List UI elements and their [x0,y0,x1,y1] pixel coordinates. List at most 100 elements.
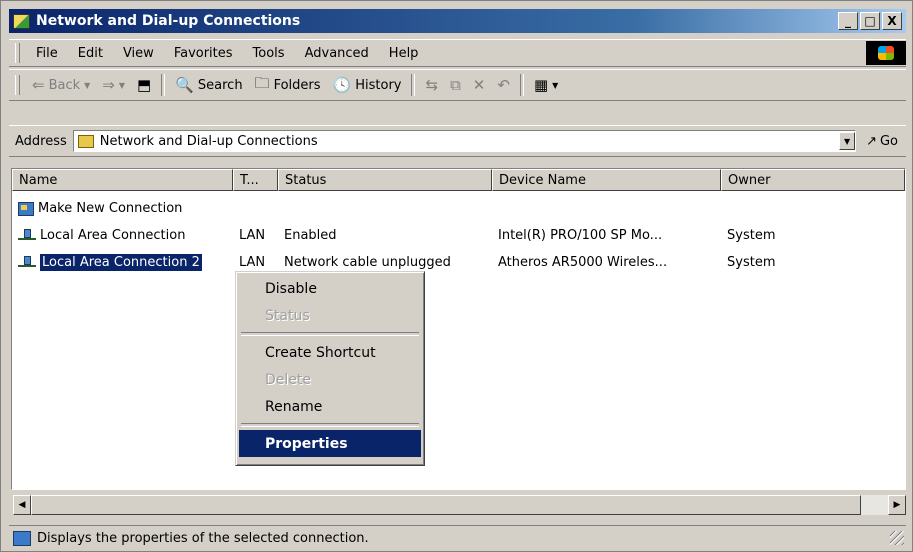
go-arrow-icon: ↗ [866,133,877,149]
back-label: Back [48,77,81,93]
item-owner: System [727,228,776,243]
item-owner: System [727,255,776,270]
move-to-button[interactable]: ⇆ [419,76,444,94]
new-connection-icon [18,201,34,216]
go-button[interactable]: ↗ Go [856,134,906,149]
menu-item-disable[interactable]: Disable [239,275,421,302]
back-button[interactable]: ⇐ Back ▼ [26,76,96,94]
item-name: Local Area Connection [40,228,186,243]
column-header-status[interactable]: Status [278,169,492,191]
maximize-button[interactable]: □ [860,12,880,30]
search-button[interactable]: 🔍 Search [169,76,248,94]
undo-button[interactable]: ↶ [491,76,516,94]
address-label: Address [15,133,67,149]
network-folder-icon [13,13,30,29]
up-folder-button[interactable]: ⬒ [131,76,157,94]
forward-button[interactable]: ⇒ ▼ [96,76,131,94]
lan-connection-icon [18,228,36,243]
standard-toolbar: ⇐ Back ▼ ⇒ ▼ ⬒ 🔍 Search 🗀 Folders 🕓 Hist… [9,69,906,101]
menu-item-delete: Delete [265,371,311,388]
lan-connection-icon [18,255,36,270]
menu-advanced[interactable]: Advanced [295,46,379,61]
column-header-name[interactable]: Name [12,169,233,191]
menu-item-status: Status [265,307,310,324]
menu-help[interactable]: Help [379,46,429,61]
item-device: Intel(R) PRO/100 SP Mo... [498,228,663,243]
network-folder-icon [77,134,94,148]
close-button[interactable]: X [882,12,902,30]
scroll-right-icon: ▶ [893,500,901,510]
menu-tools[interactable]: Tools [243,46,295,61]
item-name: Make New Connection [38,201,183,216]
scroll-track[interactable] [861,495,888,515]
history-label: History [355,77,402,93]
item-status: Enabled [284,228,337,243]
window-title: Network and Dial-up Connections [36,13,301,29]
views-button[interactable]: ▦ ▼ [528,76,564,94]
item-type: LAN [239,228,266,243]
toolbar-separator [519,74,524,96]
list-header: Name T... Status Device Name Owner [12,169,905,191]
undo-icon: ↶ [497,76,510,94]
column-header-type[interactable]: T... [233,169,278,191]
back-dropdown-icon: ▼ [84,80,91,90]
address-input[interactable]: Network and Dial-up Connections ▼ [72,130,857,152]
address-dropdown-button[interactable]: ▼ [839,132,856,150]
status-text: Displays the properties of the selected … [37,530,369,546]
search-label: Search [197,77,243,93]
views-dropdown-icon: ▼ [552,80,559,90]
toolbar-grip[interactable] [15,75,20,95]
scroll-right-button[interactable]: ▶ [888,495,906,515]
list-item[interactable]: Make New Connection [12,195,905,222]
up-folder-icon: ⬒ [137,76,152,94]
scroll-thumb[interactable] [31,495,861,515]
menu-item-create-shortcut[interactable]: Create Shortcut [239,339,421,366]
back-arrow-icon: ⇐ [32,76,45,94]
go-label: Go [879,133,898,149]
column-header-device-name[interactable]: Device Name [492,169,721,191]
connections-list[interactable]: Name T... Status Device Name Owner Make … [11,168,906,490]
folders-icon: 🗀 [254,73,270,92]
title-bar[interactable]: Network and Dial-up Connections _ □ X [9,9,906,33]
move-to-icon: ⇆ [425,76,439,94]
menu-favorites[interactable]: Favorites [164,46,243,61]
copy-to-icon: ⧉ [450,76,461,94]
menu-grip[interactable] [15,43,20,63]
windows-flag-icon [878,46,894,60]
list-item[interactable]: Local Area Connection LAN Enabled Intel(… [12,222,905,249]
explorer-window: Network and Dial-up Connections _ □ X Fi… [0,0,913,552]
windows-logo [866,41,906,65]
status-bar: Displays the properties of the selected … [9,525,906,550]
folders-button[interactable]: 🗀 Folders [249,73,327,98]
menu-separator [241,332,419,336]
toolbar-separator [411,74,416,96]
menu-file[interactable]: File [26,46,68,61]
scroll-left-button[interactable]: ◀ [13,495,31,515]
horizontal-scrollbar[interactable]: ◀ ▶ [13,495,906,515]
toolbar-separator [161,74,166,96]
views-icon: ▦ [533,76,549,94]
menu-bar: File Edit View Favorites Tools Advanced … [9,39,906,67]
delete-button[interactable]: ✕ [467,76,492,94]
menu-view[interactable]: View [113,46,164,61]
context-menu: Disable Status Create Shortcut Delete Re… [235,271,425,466]
history-icon: 🕓 [332,76,352,94]
column-header-owner[interactable]: Owner [721,169,905,191]
copy-to-button[interactable]: ⧉ [444,76,467,94]
minimize-button[interactable]: _ [838,12,858,30]
menu-item-rename[interactable]: Rename [239,393,421,420]
address-value: Network and Dial-up Connections [99,133,318,149]
item-status: Network cable unplugged [284,255,451,270]
folders-label: Folders [273,77,321,93]
address-bar: Address Network and Dial-up Connections … [9,125,906,157]
item-device: Atheros AR5000 Wireles... [498,255,668,270]
search-icon: 🔍 [175,76,194,94]
menu-edit[interactable]: Edit [68,46,113,61]
delete-icon: ✕ [472,76,486,94]
menu-separator [241,423,419,427]
resize-grip[interactable] [890,531,904,545]
item-type: LAN [239,255,266,270]
history-button[interactable]: 🕓 History [327,76,408,94]
menu-item-properties[interactable]: Properties [239,430,421,457]
list-item-selected[interactable]: Local Area Connection 2 LAN Network cabl… [12,249,905,276]
